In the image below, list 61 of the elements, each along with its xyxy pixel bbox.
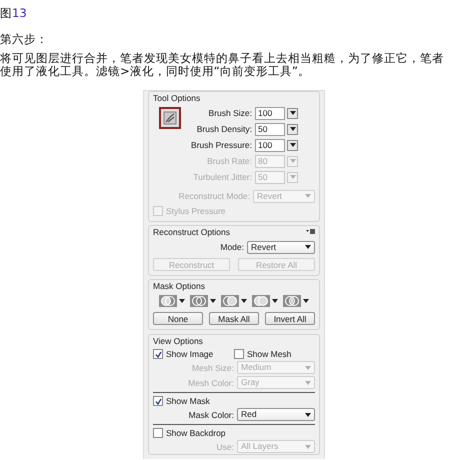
mask-mode-button[interactable]: [252, 295, 278, 307]
overlapping-circles-icon: [159, 295, 177, 307]
checkbox-label: Stylus Pressure: [166, 206, 226, 216]
overlapping-circles-icon: [283, 295, 301, 307]
caret-icon: [305, 380, 311, 384]
caret-icon: [290, 143, 296, 147]
caret-icon: [305, 194, 311, 198]
panel-button[interactable]: Mask All: [209, 312, 259, 325]
checkbox-label: Show Image: [166, 349, 214, 359]
caret-icon: [241, 299, 247, 303]
step-heading: 第六步：: [0, 31, 49, 47]
overlapping-circles-icon: [190, 295, 208, 307]
caret-icon: [305, 366, 311, 370]
field-label: Mode:: [219, 242, 245, 252]
field-label: Mesh Size:: [190, 362, 235, 372]
warp-tool-icon: [163, 111, 177, 125]
field-label: Brush Pressure:: [190, 140, 253, 150]
checkbox[interactable]: [153, 349, 163, 359]
mask-mode-button[interactable]: [159, 295, 185, 307]
caret-icon: [305, 245, 311, 249]
checkbox[interactable]: [153, 396, 163, 406]
section-title: Tool Options: [153, 92, 200, 102]
section-title: View Options: [153, 336, 203, 346]
caret-icon: [305, 444, 311, 448]
figure-caption: 图 13: [0, 5, 28, 21]
field-label: Mesh Color:: [187, 378, 235, 388]
dropdown[interactable]: Red: [237, 408, 315, 421]
field-label: Turbulent Jitter:: [192, 172, 253, 182]
caret-icon: [305, 412, 311, 416]
panel-menu-icon[interactable]: [306, 229, 315, 234]
caret-icon: [272, 299, 278, 303]
overlapping-circles-icon: [221, 295, 239, 307]
panel-button[interactable]: Invert All: [265, 312, 315, 325]
field-label: Mask Color:: [188, 410, 235, 420]
overlapping-circles-icon: [252, 295, 270, 307]
caret-icon: [290, 111, 296, 115]
panel-button[interactable]: None: [153, 312, 203, 325]
field-label: Use:: [216, 442, 235, 452]
caret-icon: [290, 127, 296, 131]
dropdown[interactable]: Revert: [247, 240, 315, 254]
section-title: Reconstruct Options: [153, 226, 230, 236]
checkbox[interactable]: [153, 428, 163, 438]
field-label: Brush Size:: [208, 108, 253, 118]
mask-mode-button[interactable]: [190, 295, 216, 307]
caret-icon: [179, 299, 185, 303]
mask-mode-button[interactable]: [221, 295, 247, 307]
caret-icon: [210, 299, 216, 303]
checkbox[interactable]: [234, 349, 244, 359]
caret-icon: [290, 175, 296, 179]
caret-icon: [303, 299, 309, 303]
checkbox-label: Show Mesh: [247, 349, 292, 359]
checkbox-label: Show Mask: [166, 396, 210, 406]
mask-mode-button[interactable]: [283, 295, 309, 307]
section-title: Mask Options: [153, 280, 205, 290]
checkbox-label: Show Backdrop: [166, 428, 226, 438]
field-label: Reconstruct Mode:: [178, 191, 251, 201]
tool-button[interactable]: [159, 107, 181, 129]
caret-icon: [290, 159, 296, 163]
paragraph: 将可见图层进行合并，笔者发现美女模特的鼻子看上去相当粗糙，为了修正它，笔者使用了液化工具。滤镜>液化，同时使用“向前变形工具”。: [0, 52, 445, 78]
field-label: Brush Rate:: [206, 156, 253, 166]
field-label: Brush Density:: [196, 124, 253, 134]
